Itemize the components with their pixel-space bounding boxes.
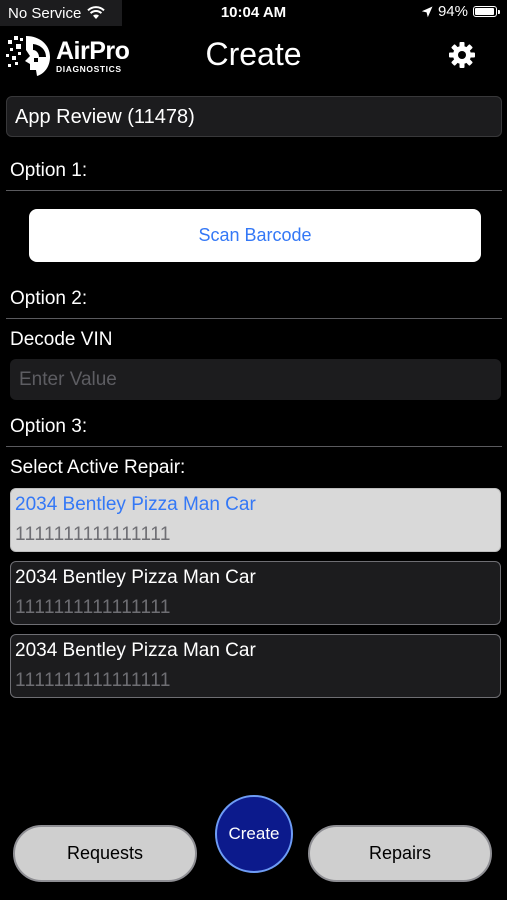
repairs-button[interactable]: Repairs bbox=[308, 825, 492, 882]
scan-barcode-button[interactable]: Scan Barcode bbox=[29, 209, 481, 262]
repair-vin: 1111111111111111 bbox=[15, 670, 171, 691]
gear-icon[interactable] bbox=[447, 40, 477, 70]
header: AirPro DIAGNOSTICS Create bbox=[0, 28, 507, 84]
battery-icon bbox=[473, 6, 500, 17]
create-button[interactable]: Create bbox=[215, 795, 293, 873]
requests-button[interactable]: Requests bbox=[13, 825, 197, 882]
divider bbox=[6, 446, 502, 447]
repair-vin: 1111111111111111 bbox=[15, 524, 171, 545]
decode-vin-label: Decode VIN bbox=[10, 329, 113, 350]
divider bbox=[6, 318, 502, 319]
status-bar: No Service 10:04 AM 94% bbox=[0, 0, 507, 28]
shop-selector[interactable]: App Review (11478) bbox=[6, 96, 502, 137]
repair-title: 2034 Bentley Pizza Man Car bbox=[15, 640, 256, 661]
option-2-label: Option 2: bbox=[10, 288, 88, 309]
repair-vin: 1111111111111111 bbox=[15, 597, 171, 618]
repair-list-item[interactable]: 2034 Bentley Pizza Man Car 1111111111111… bbox=[10, 561, 501, 625]
repair-title: 2034 Bentley Pizza Man Car bbox=[15, 494, 256, 515]
option-3-label: Option 3: bbox=[10, 416, 88, 437]
battery-level bbox=[475, 8, 494, 15]
battery-percent: 94% bbox=[437, 3, 468, 20]
location-arrow-icon bbox=[421, 6, 433, 17]
vin-input[interactable] bbox=[10, 359, 501, 400]
repair-title: 2034 Bentley Pizza Man Car bbox=[15, 567, 256, 588]
repair-list-item[interactable]: 2034 Bentley Pizza Man Car 1111111111111… bbox=[10, 634, 501, 698]
status-right: 94% bbox=[421, 3, 500, 20]
select-active-repair-label: Select Active Repair: bbox=[10, 457, 186, 478]
option-1-label: Option 1: bbox=[10, 160, 88, 181]
divider bbox=[6, 190, 502, 191]
page-title: Create bbox=[205, 36, 302, 72]
repair-list-item[interactable]: 2034 Bentley Pizza Man Car 1111111111111… bbox=[10, 488, 501, 552]
